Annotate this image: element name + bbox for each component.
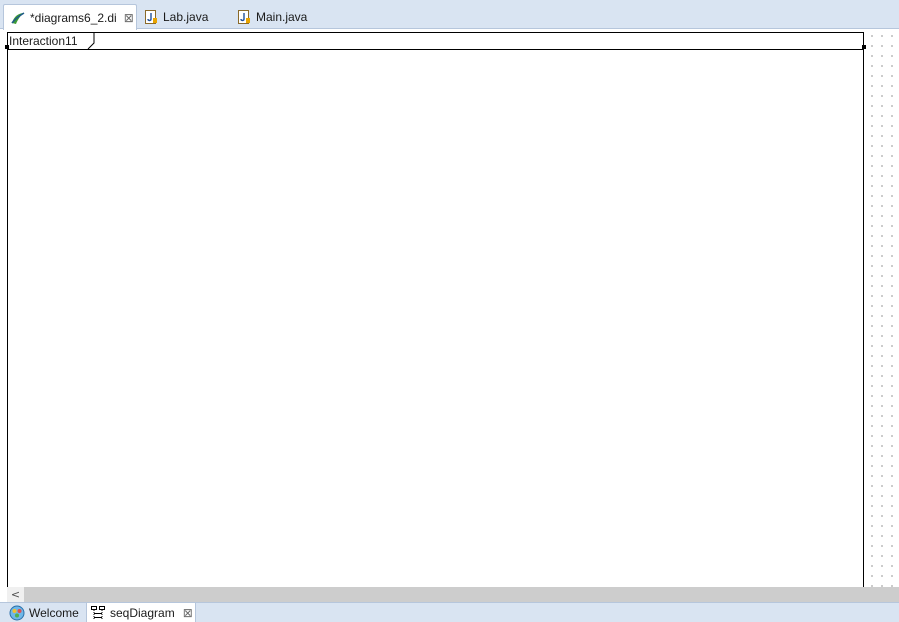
- close-tab-icon[interactable]: ⊠: [183, 606, 193, 620]
- interaction-frame[interactable]: Interaction11: [7, 32, 864, 592]
- diagram-canvas[interactable]: Interaction11: [0, 30, 899, 592]
- tab-main-java[interactable]: Main.java: [234, 4, 324, 29]
- grid-area: [866, 30, 899, 587]
- selection-handle[interactable]: [5, 45, 9, 49]
- tab-diagrams6-2-di[interactable]: *diagrams6_2.di ⊠: [3, 4, 137, 30]
- papyrus-model-icon: [10, 10, 26, 26]
- selection-handle[interactable]: [862, 45, 866, 49]
- editor-tab-bar: *diagrams6_2.di ⊠ Lab.java Main.java: [0, 0, 899, 30]
- java-file-icon: [236, 9, 252, 25]
- close-tab-icon[interactable]: ⊠: [124, 12, 134, 24]
- scrollbar-corner: [0, 587, 7, 602]
- tab-label: Lab.java: [163, 9, 209, 24]
- sequence-diagram-icon: [90, 605, 106, 621]
- welcome-icon: [9, 605, 25, 621]
- tab-seqdiagram[interactable]: seqDiagram ⊠: [86, 603, 196, 622]
- interaction-name-label[interactable]: Interaction11: [8, 33, 96, 49]
- horizontal-scrollbar[interactable]: <: [7, 587, 899, 602]
- tab-label: Welcome: [29, 606, 79, 620]
- frame-header-divider: [8, 49, 863, 50]
- page-tab-bar: Welcome seqDiagram ⊠: [0, 602, 899, 622]
- tab-label: *diagrams6_2.di: [30, 10, 117, 25]
- tab-lab-java[interactable]: Lab.java: [141, 4, 231, 29]
- java-file-icon: [143, 9, 159, 25]
- scroll-left-arrow-icon[interactable]: <: [7, 587, 24, 602]
- tab-label: seqDiagram: [110, 606, 175, 620]
- tab-label: Main.java: [256, 9, 308, 24]
- papyrus-editor-window: *diagrams6_2.di ⊠ Lab.java Main.java Int…: [0, 0, 899, 622]
- scrollbar-track[interactable]: [27, 587, 899, 602]
- tab-welcome[interactable]: Welcome: [9, 603, 85, 622]
